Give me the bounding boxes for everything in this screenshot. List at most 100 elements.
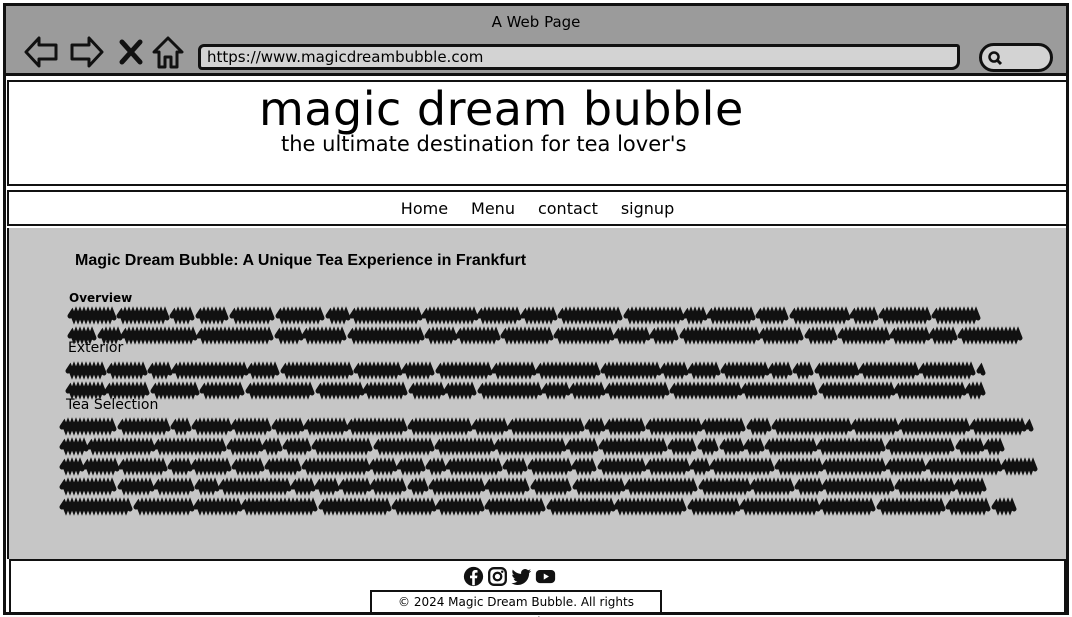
scribble-word xyxy=(682,306,708,325)
scribble-word xyxy=(719,437,745,456)
facebook-icon[interactable] xyxy=(463,566,484,587)
scribble-word xyxy=(689,457,711,476)
scribble-word xyxy=(401,361,435,380)
scribble-word xyxy=(59,497,133,516)
scribble-word xyxy=(520,306,558,325)
scribble-word xyxy=(106,361,148,380)
scribble-word xyxy=(649,326,679,345)
forward-icon[interactable] xyxy=(68,34,106,70)
scribble-word xyxy=(850,417,900,436)
back-icon[interactable] xyxy=(22,34,60,70)
scribble-word xyxy=(794,477,824,496)
scribble-word xyxy=(687,497,741,516)
scribble-word xyxy=(373,437,435,456)
scribble-word xyxy=(604,417,646,436)
scribble-word xyxy=(613,497,687,516)
scribble-word xyxy=(893,381,967,400)
scribble-word xyxy=(771,417,853,436)
scribble-word xyxy=(983,437,1005,456)
scribble-word xyxy=(484,477,530,496)
scribble-word xyxy=(290,477,316,496)
scribble-word xyxy=(698,477,752,496)
scribble-word xyxy=(679,326,761,345)
scribble-word xyxy=(86,437,156,456)
scribble-word xyxy=(471,417,509,436)
scribble-word xyxy=(190,457,232,476)
scribble-word xyxy=(623,306,685,325)
scribble-word xyxy=(153,437,227,456)
scribble-word xyxy=(195,306,229,325)
scribble-word xyxy=(191,417,233,436)
scribble-word xyxy=(584,417,606,436)
instagram-icon[interactable] xyxy=(487,566,508,587)
scribble-word xyxy=(991,497,1017,516)
scribble-word xyxy=(885,437,955,456)
scribble-word xyxy=(67,306,117,325)
browser-chrome: A Web Page https://www.magicdreambubble.… xyxy=(6,6,1066,76)
scribble-word xyxy=(624,477,698,496)
scribble-word xyxy=(311,437,373,456)
scribble-word xyxy=(925,457,1003,476)
scribble-word xyxy=(928,326,958,345)
scribble-word xyxy=(434,437,496,456)
scribble-word xyxy=(945,497,991,516)
twitter-icon[interactable] xyxy=(511,566,532,587)
nav-item-signup[interactable]: signup xyxy=(621,199,674,218)
scribble-word xyxy=(1000,457,1038,476)
scribble-word xyxy=(789,306,851,325)
nav-item-home[interactable]: Home xyxy=(401,199,448,218)
scribble-word xyxy=(147,361,173,380)
nav-item-menu[interactable]: Menu xyxy=(471,199,515,218)
scribble-word xyxy=(231,457,265,476)
browser-search-field[interactable] xyxy=(979,43,1053,72)
scribble-word xyxy=(229,306,275,325)
scribble-word xyxy=(792,361,814,380)
scribble-word xyxy=(261,437,283,456)
scribble-word xyxy=(347,326,425,345)
scribble-word xyxy=(271,417,305,436)
close-icon[interactable] xyxy=(116,34,146,70)
scribble-word xyxy=(645,417,703,436)
main-navigation: Home Menu contact signup xyxy=(7,190,1068,226)
scribble-word xyxy=(170,417,192,436)
copyright-notice: © 2024 Magic Dream Bubble. All rights re… xyxy=(370,590,662,617)
scribble-word xyxy=(117,477,155,496)
scribble-word xyxy=(814,361,860,380)
scribble-word xyxy=(818,497,876,516)
scribble-word xyxy=(301,326,347,345)
scribble-word xyxy=(804,326,838,345)
scribble-word xyxy=(104,381,150,400)
scribble-word xyxy=(116,306,170,325)
scribble-word xyxy=(325,306,351,325)
scribble-word xyxy=(878,306,932,325)
scribble-word xyxy=(407,417,473,436)
placeholder-text-scribbles xyxy=(59,306,1038,516)
scribble-word xyxy=(541,381,571,400)
search-icon xyxy=(988,51,1003,66)
scribble-word xyxy=(749,477,795,496)
scribble-word xyxy=(424,326,458,345)
scribble-word xyxy=(391,497,437,516)
scribble-word xyxy=(953,477,987,496)
main-content: Magic Dream Bubble: A Unique Tea Experie… xyxy=(7,228,1068,559)
scribble-word xyxy=(349,306,423,325)
scribble-word xyxy=(957,326,1023,345)
scribble-word xyxy=(821,477,895,496)
scribble-word xyxy=(669,381,743,400)
scribble-word xyxy=(133,497,195,516)
scribble-word xyxy=(59,477,117,496)
youtube-icon[interactable] xyxy=(535,566,556,587)
scribble-word xyxy=(700,417,746,436)
scribble-word xyxy=(894,477,956,496)
scribble-word xyxy=(476,306,522,325)
scribble-word xyxy=(82,457,120,476)
scribble-word xyxy=(885,457,927,476)
scribble-word xyxy=(194,477,220,496)
address-bar[interactable]: https://www.magicdreambubble.com xyxy=(198,44,960,70)
scribble-word xyxy=(240,497,318,516)
nav-item-contact[interactable]: contact xyxy=(538,199,598,218)
scribble-word xyxy=(408,381,446,400)
scribble-word xyxy=(396,457,426,476)
scribble-word xyxy=(600,361,662,380)
home-icon[interactable] xyxy=(150,34,186,70)
